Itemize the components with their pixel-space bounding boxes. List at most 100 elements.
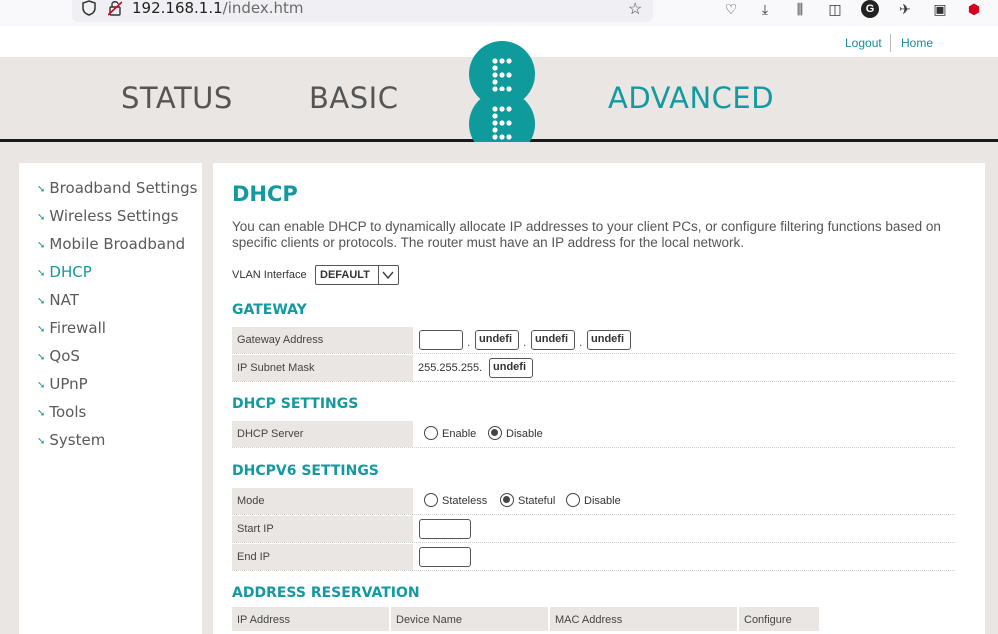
url-text[interactable]: 192.168.1.1/index.htm [132,0,304,17]
row-divider [232,353,955,354]
column-header-configure: Configure [739,607,819,631]
dhcpv6-mode-label: Mode [232,488,413,514]
insecure-lock-icon[interactable] [108,0,122,16]
address-bar[interactable]: 192.168.1.1/index.htm ☆ [72,0,653,22]
row-divider [232,570,955,571]
section-title-address-reservation: ADDRESS RESERVATION [232,585,420,601]
sidebar-item-label: Wireless Settings [49,207,179,225]
ip-dot: . [579,335,583,349]
extension-icon[interactable]: ✈ [896,0,914,18]
page-description: You can enable DHCP to dynamically alloc… [232,219,941,250]
ublock-icon[interactable]: ⬢ [965,0,983,18]
sidebar-item-label: Firewall [49,319,106,337]
sidebar-item-label: NAT [49,291,79,309]
row-divider [232,381,955,382]
page-title: DHCP [232,182,298,206]
chevron-icon: ➘ [37,352,46,363]
sidebar: ➘ Broadband Settings ➘ Wireless Settings ➘… [19,163,202,634]
vlan-interface-value: DEFAULT [320,269,370,281]
pocket-icon[interactable]: ♡ [722,0,740,18]
start-ip-input[interactable] [419,519,471,539]
sidebar-item-wireless-settings[interactable]: ➘ Wireless Settings [37,207,178,225]
sidebar-item-label: QoS [49,347,80,365]
sidebar-item-nat[interactable]: ➘ NAT [37,291,79,309]
sidebar-item-label: Mobile Broadband [49,235,186,253]
subnet-mask-prefix: 255.255.255. [418,362,483,374]
dhcp-disable-label[interactable]: Disable [506,428,543,440]
tab-status[interactable]: STATUS [121,81,233,115]
sidebar-item-label: Broadband Settings [49,179,198,197]
sidebar-item-label: UPnP [49,375,88,393]
column-header-ip-address: IP Address [232,607,389,631]
sidebar-item-label: Tools [49,403,87,421]
ip-dot: . [467,335,471,349]
gateway-octet-4-input[interactable]: undefi [587,330,631,350]
gateway-octet-1-input[interactable] [419,330,463,350]
chevron-icon: ➘ [37,324,46,335]
gateway-address-label: Gateway Address [232,327,413,353]
row-divider [232,542,955,543]
browser-toolbar: 192.168.1.1/index.htm ☆ ♡ ⤓ ⫼ ◫ G ✈ ▣ ⬢ [0,0,998,26]
account-icon[interactable]: G [861,0,879,18]
sidebar-item-mobile-broadband[interactable]: ➘ Mobile Broadband [37,235,185,253]
dhcpv6-disable-label[interactable]: Disable [584,495,621,507]
section-title-dhcpv6-settings: DHCPV6 SETTINGS [232,463,379,479]
sidebar-item-qos[interactable]: ➘ QoS [37,347,80,365]
dhcp-enable-radio[interactable] [424,426,438,440]
sidebar-item-system[interactable]: ➘ System [37,431,105,449]
chevron-icon: ➘ [37,380,46,391]
row-divider [232,447,955,448]
gateway-octet-2-input[interactable]: undefi [475,330,519,350]
sidebar-item-broadband-settings[interactable]: ➘ Broadband Settings [37,179,197,197]
sidebar-item-upnp[interactable]: ➘ UPnP [37,375,88,393]
gateway-octet-3-input[interactable]: undefi [531,330,575,350]
home-link[interactable]: Home [901,36,933,50]
sidebar-item-label: System [49,431,106,449]
section-title-gateway: GATEWAY [232,302,307,318]
dhcpv6-stateless-radio[interactable] [424,493,438,507]
sidebar-item-firewall[interactable]: ➘ Firewall [37,319,106,337]
column-header-mac-address: MAC Address [550,607,737,631]
vlan-interface-label: VLAN Interface [232,269,307,281]
url-path: /index.htm [222,0,304,17]
screenshot-icon[interactable]: ▣ [931,0,949,18]
chevron-icon: ➘ [37,212,46,223]
row-divider [232,514,955,515]
dhcpv6-stateful-label[interactable]: Stateful [518,495,555,507]
dhcpv6-stateless-label[interactable]: Stateless [442,495,487,507]
bookmark-star-icon[interactable]: ☆ [628,0,642,19]
dhcp-disable-radio[interactable] [488,426,502,440]
ip-dot: . [523,335,527,349]
main-panel: DHCP You can enable DHCP to dynamically … [213,163,985,634]
dhcp-enable-label[interactable]: Enable [442,428,476,440]
end-ip-label: End IP [232,544,413,570]
link-divider [890,34,891,52]
chevron-icon: ➘ [37,296,46,307]
download-icon[interactable]: ⤓ [756,0,774,18]
select-divider [378,266,379,284]
chevron-icon: ➘ [37,240,46,251]
tab-advanced[interactable]: ADVANCED [608,81,774,115]
sidebar-icon[interactable]: ◫ [826,0,844,18]
chevron-icon: ➘ [37,268,46,279]
vlan-interface-select[interactable]: DEFAULT [315,265,399,285]
start-ip-label: Start IP [232,516,413,542]
tab-basic[interactable]: BASIC [309,81,398,115]
subnet-mask-label: IP Subnet Mask [232,355,413,381]
chevron-icon: ➘ [37,184,46,195]
dhcp-server-label: DHCP Server [232,421,413,447]
library-icon[interactable]: ⫼ [791,0,809,18]
dhcpv6-disable-radio[interactable] [566,493,580,507]
subnet-mask-last-input[interactable]: undefi [489,358,533,378]
chevron-icon: ➘ [37,408,46,419]
section-title-dhcp-settings: DHCP SETTINGS [232,396,359,412]
url-host: 192.168.1.1 [132,0,223,17]
shield-icon[interactable] [82,0,96,16]
sidebar-item-tools[interactable]: ➘ Tools [37,403,86,421]
logout-link[interactable]: Logout [845,36,882,50]
dhcpv6-stateful-radio[interactable] [500,493,514,507]
column-header-device-name: Device Name [391,607,548,631]
end-ip-input[interactable] [419,547,471,567]
sidebar-item-dhcp[interactable]: ➘ DHCP [37,263,92,281]
sidebar-item-label: DHCP [49,263,92,281]
